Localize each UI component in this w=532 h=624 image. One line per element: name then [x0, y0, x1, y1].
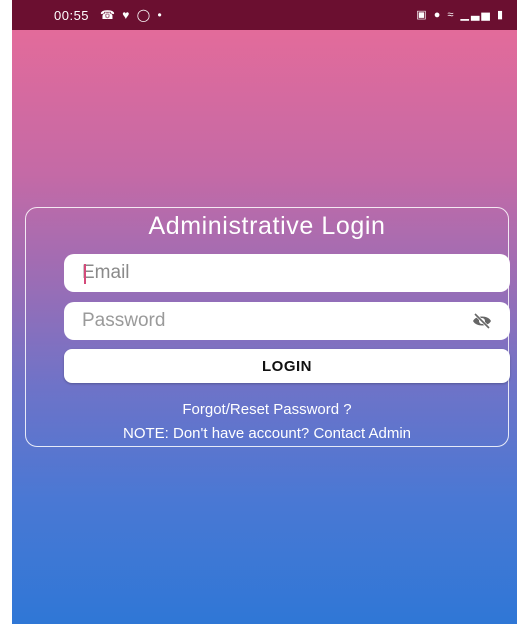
status-bar: 00:55 ☎ ♥ ◯ • ▣ ● ≈ ▁▃▅ ▮ — [12, 0, 517, 30]
forgot-password-link[interactable]: Forgot/Reset Password ? — [26, 401, 508, 418]
eye-off-icon[interactable] — [472, 312, 492, 330]
email-field[interactable] — [64, 254, 510, 292]
contact-admin-link[interactable]: Contact Admin — [313, 425, 411, 442]
status-time: 00:55 — [54, 8, 90, 23]
text-cursor — [84, 264, 86, 284]
password-field-wrapper — [64, 302, 510, 340]
note-prefix: NOTE: Don't have account? — [122, 425, 314, 442]
notification-icons: ☎ ♥ ◯ • — [100, 8, 164, 22]
page-title: Administrative Login — [148, 212, 386, 240]
login-button[interactable]: LOGIN — [64, 349, 510, 383]
note-text: NOTE: Don't have account? Contact Admin — [26, 425, 508, 442]
password-field[interactable] — [64, 302, 510, 340]
app-screen: 00:55 ☎ ♥ ◯ • ▣ ● ≈ ▁▃▅ ▮ Administrative… — [12, 0, 517, 624]
login-card: Administrative Login LOGIN Forgot/Reset … — [25, 207, 510, 447]
system-icons: ▣ ● ≈ ▁▃▅ ▮ — [416, 9, 505, 21]
